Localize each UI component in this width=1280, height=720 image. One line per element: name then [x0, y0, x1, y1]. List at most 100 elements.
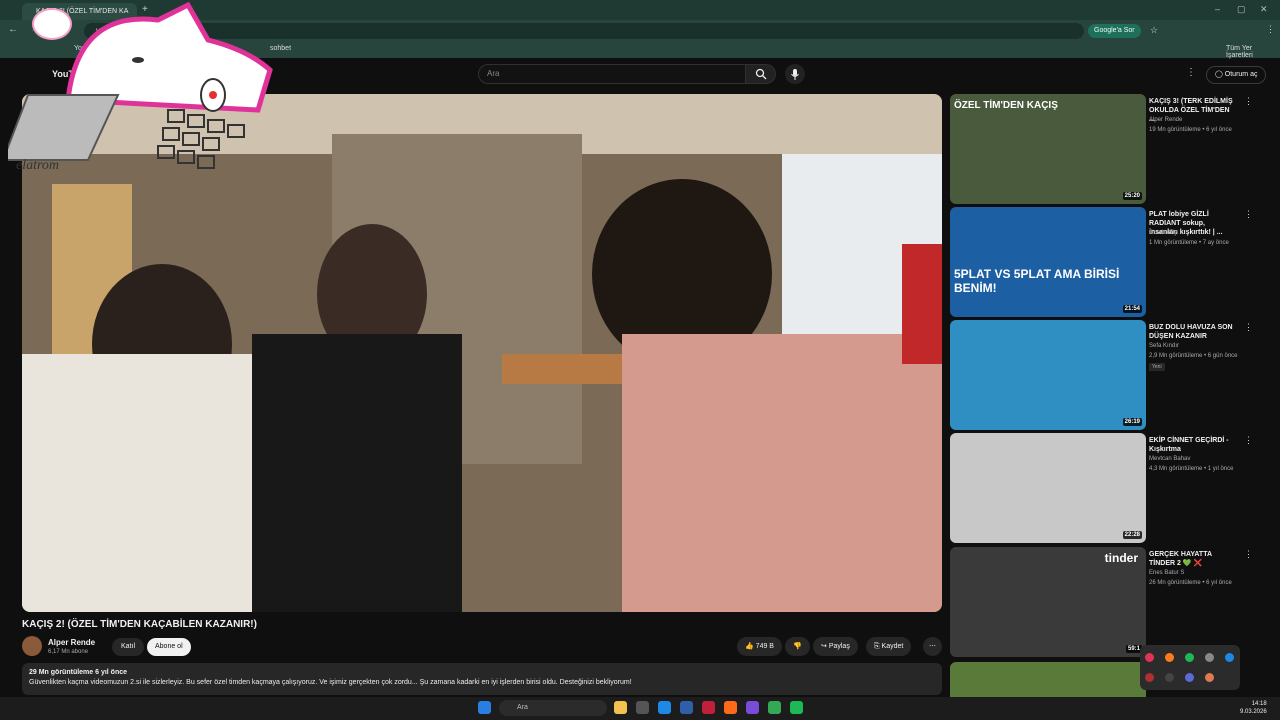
chrome-icon[interactable]: [768, 701, 781, 714]
channel-name[interactable]: Enes Batur S: [1149, 570, 1184, 576]
microphone-icon: [791, 68, 799, 80]
tray-app-icon[interactable]: [1165, 653, 1174, 662]
thumbnail-text: tinder: [1104, 551, 1138, 565]
thumbnail-text: 5PLAT VS 5PLAT AMA BİRİSİ BENİM!: [954, 267, 1120, 295]
dislike-button[interactable]: 👎: [785, 637, 810, 656]
video-meta: 4,3 Mn görüntüleme • 1 yıl önce: [1149, 466, 1234, 472]
tray-app-icon[interactable]: [1205, 653, 1214, 662]
video-meta: 2,9 Mn görüntüleme • 6 gün önce: [1149, 353, 1238, 359]
like-button[interactable]: 👍 749 B: [737, 637, 782, 656]
search-input[interactable]: Ara: [478, 64, 746, 84]
recommended-video[interactable]: 5PLAT VS 5PLAT AMA BİRİSİ BENİM! 21:54 P…: [950, 207, 1253, 317]
subscribe-button[interactable]: Abone ol: [147, 638, 191, 656]
recommended-video[interactable]: tinder 59:1 GERÇEK HAYATTA TİNDER 2 💚 ❌ …: [950, 547, 1253, 657]
taskbar-clock[interactable]: 14:18 9.03.2026: [1240, 700, 1267, 716]
all-bookmarks[interactable]: Tüm Yer İşaretleri: [1226, 45, 1280, 59]
like-count: 749 B: [755, 643, 774, 650]
spotify-icon[interactable]: [1185, 653, 1194, 662]
subscriber-count: 6,17 Mn abone: [48, 649, 89, 655]
clock-date: 9.03.2026: [1240, 709, 1267, 715]
tray-app-icon[interactable]: [1145, 653, 1154, 662]
video-title[interactable]: GERÇEK HAYATTA TİNDER 2 💚 ❌: [1149, 550, 1235, 568]
bookmark-star-icon[interactable]: ☆: [1150, 25, 1158, 36]
spotify-icon[interactable]: [790, 701, 803, 714]
more-actions-button[interactable]: ⋯: [923, 637, 942, 656]
tray-app-icon[interactable]: [1145, 673, 1154, 682]
thumbs-down-icon: 👎: [793, 643, 802, 650]
duration-badge: 25:20: [1122, 192, 1142, 200]
minimize-icon[interactable]: –: [1215, 4, 1220, 14]
settings-menu-icon[interactable]: ⋮: [1186, 67, 1196, 78]
new-badge: Yeni: [1149, 363, 1165, 371]
more-options-icon[interactable]: ⋮: [1244, 435, 1253, 446]
tray-app-icon[interactable]: [1205, 673, 1214, 682]
taskbar-app-icon[interactable]: [680, 701, 693, 714]
channel-name[interactable]: Sefa Kındır: [1149, 343, 1179, 349]
channel-avatar[interactable]: [22, 636, 42, 656]
channel-name[interactable]: Alper Rende: [1149, 117, 1182, 123]
description-box[interactable]: 29 Mn görüntüleme 6 yıl önce Güvenlikten…: [22, 663, 942, 695]
video-thumbnail[interactable]: 22:28: [950, 433, 1146, 543]
video-title[interactable]: BUZ DOLU HAVUZA SON DÜŞEN KAZANIR: [1149, 323, 1235, 341]
hello-kitty-sticker: [32, 8, 72, 40]
description-text: Güvenlikten kaçma videomuzun 2.si ile si…: [29, 679, 632, 686]
edge-icon[interactable]: [658, 701, 671, 714]
video-meta: 1 Mn görüntüleme • 7 ay önce: [1149, 240, 1229, 246]
recommended-video[interactable]: 26:19 BUZ DOLU HAVUZA SON DÜŞEN KAZANIR …: [950, 320, 1253, 430]
google-ask-button[interactable]: Google'a Sor: [1088, 24, 1141, 38]
maximize-icon[interactable]: ▢: [1237, 4, 1246, 15]
search-icon: [755, 68, 766, 80]
video-thumbnail[interactable]: 5PLAT VS 5PLAT AMA BİRİSİ BENİM! 21:54: [950, 207, 1146, 317]
file-explorer-icon[interactable]: [614, 701, 627, 714]
account-icon: ◯: [1215, 71, 1225, 78]
video-meta: 26 Mn görüntüleme • 6 yıl önce: [1149, 580, 1232, 586]
more-options-icon[interactable]: ⋮: [1244, 549, 1253, 560]
channel-name[interactable]: Alper Rende: [48, 638, 95, 647]
more-options-icon[interactable]: ⋮: [1244, 209, 1253, 220]
taskbar-app-icon[interactable]: [636, 701, 649, 714]
share-button[interactable]: ↪ Paylaş: [813, 637, 858, 656]
opera-icon[interactable]: [702, 701, 715, 714]
duration-badge: 22:28: [1122, 531, 1142, 539]
windows-start-icon[interactable]: [478, 701, 491, 714]
browser-menu-icon[interactable]: ⋮: [1266, 24, 1275, 35]
save-label: Kaydet: [881, 643, 904, 650]
sign-in-label: Oturum aç: [1224, 71, 1258, 78]
share-icon: ↪: [821, 643, 829, 650]
taskbar-app-icon[interactable]: [746, 701, 759, 714]
view-stats: 29 Mn görüntüleme 6 yıl önce: [29, 669, 128, 676]
system-tray-popup: [1140, 645, 1240, 690]
channel-name[interactable]: Mevtcan Bahav: [1149, 456, 1190, 462]
video-thumbnail[interactable]: 26:19: [950, 320, 1146, 430]
taskbar-app-icon[interactable]: [724, 701, 737, 714]
search-button[interactable]: [746, 64, 776, 84]
video-title: KAÇIŞ 2! (ÖZEL TİM'DEN KAÇABİLEN KAZANIR…: [22, 619, 257, 630]
more-options-icon[interactable]: ⋮: [1244, 96, 1253, 107]
join-button[interactable]: Katıl: [112, 638, 145, 656]
voice-search-button[interactable]: [785, 64, 805, 84]
video-thumbnail[interactable]: tinder 59:1: [950, 547, 1146, 657]
bookmark-icon: ⎘: [874, 643, 882, 650]
overlay-signature: elatrom: [16, 158, 60, 173]
sign-in-button[interactable]: ◯ Oturum aç: [1206, 66, 1267, 84]
duration-badge: 26:19: [1122, 418, 1142, 426]
more-options-icon[interactable]: ⋮: [1244, 322, 1253, 333]
clock-time: 14:18: [1251, 701, 1267, 707]
thumbnail-text: ÖZEL TİM'DEN KAÇIŞ: [954, 100, 1058, 111]
duration-badge: 21:54: [1122, 305, 1142, 313]
discord-icon[interactable]: [1185, 673, 1194, 682]
tray-app-icon[interactable]: [1165, 673, 1174, 682]
share-label: Paylaş: [828, 643, 850, 650]
video-thumbnail[interactable]: ÖZEL TİM'DEN KAÇIŞ 25:20: [950, 94, 1146, 204]
taskbar-search[interactable]: Ara: [499, 700, 607, 716]
save-button[interactable]: ⎘ Kaydet: [866, 637, 912, 656]
video-meta: 19 Mn görüntüleme • 6 yıl önce: [1149, 127, 1232, 133]
video-title[interactable]: EKİP CİNNET GEÇİRDİ - Kışkırtma: [1149, 436, 1235, 454]
video-thumbnail[interactable]: [950, 662, 1146, 697]
thumbs-up-icon: 👍: [745, 643, 756, 650]
close-window-icon[interactable]: ✕: [1260, 4, 1268, 15]
tray-app-icon[interactable]: [1225, 653, 1234, 662]
channel-name[interactable]: CombatRy: [1149, 230, 1177, 236]
recommended-video[interactable]: ÖZEL TİM'DEN KAÇIŞ 25:20 KAÇIŞ 3! (TERK …: [950, 94, 1253, 204]
recommended-video[interactable]: 22:28 EKİP CİNNET GEÇİRDİ - Kışkırtma Me…: [950, 433, 1253, 543]
